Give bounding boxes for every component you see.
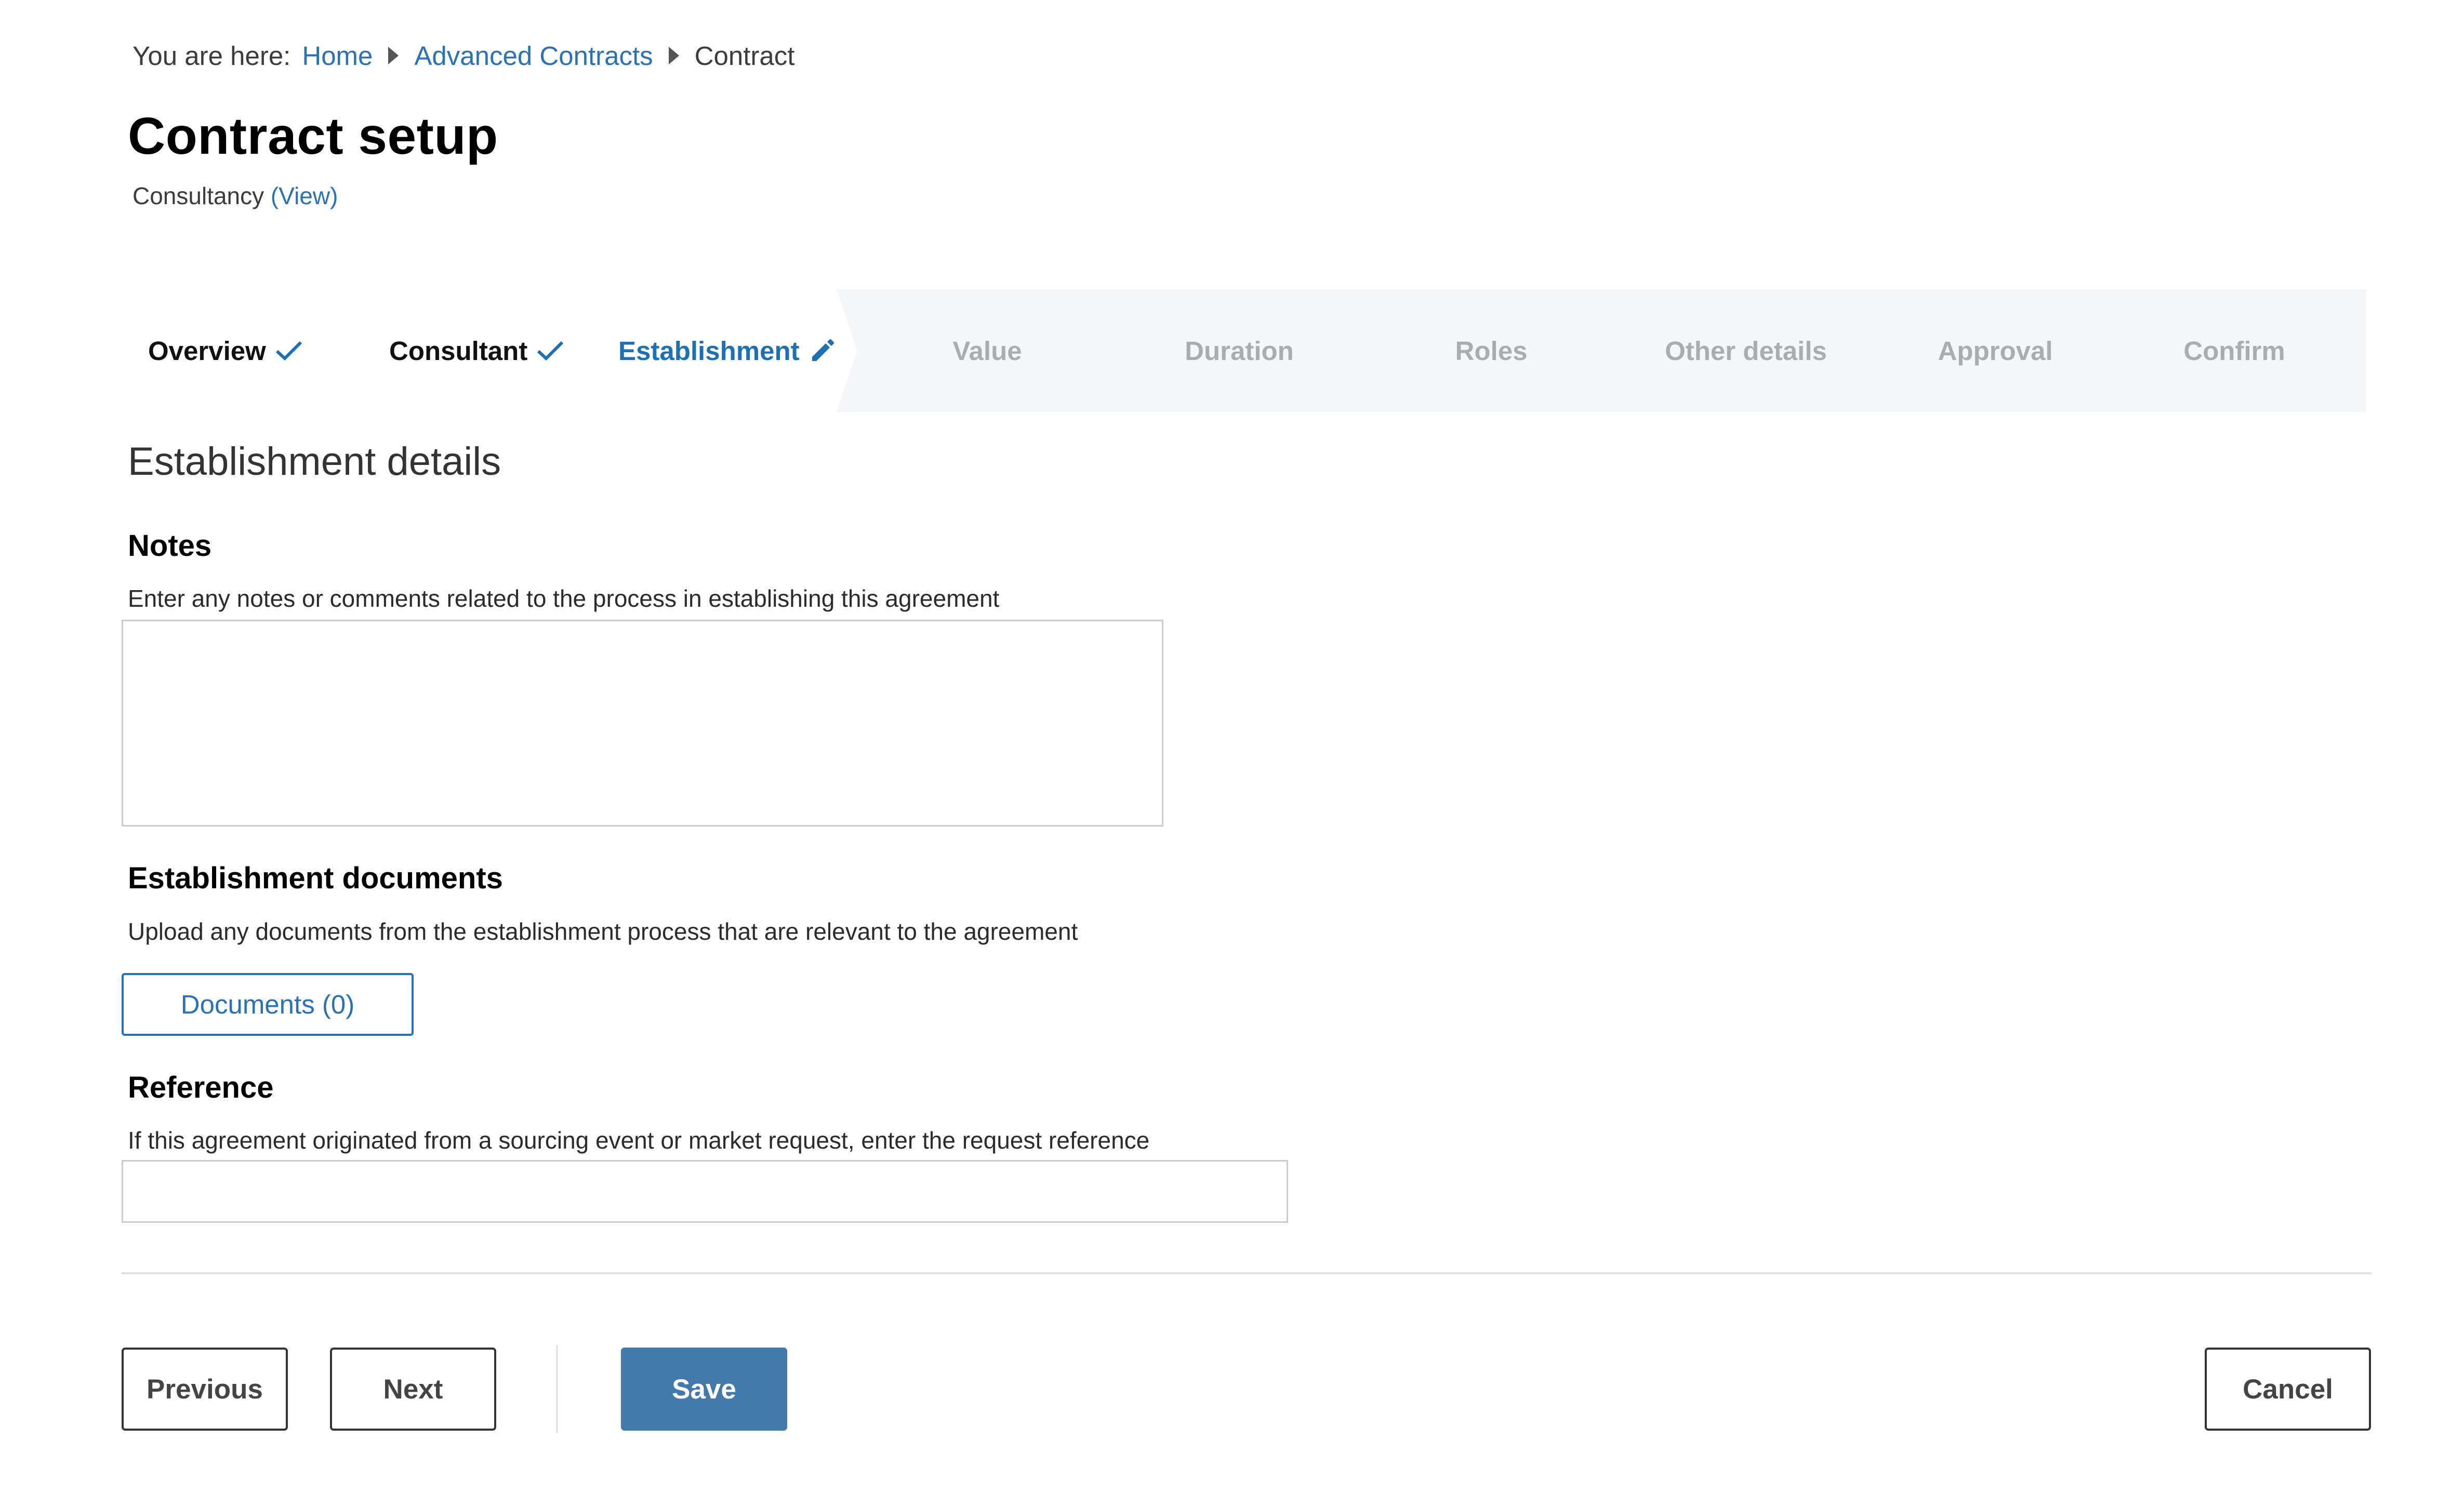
reference-hint: If this agreement originated from a sour… xyxy=(128,1127,1150,1154)
previous-button[interactable]: Previous xyxy=(122,1348,288,1431)
step-label: Value xyxy=(952,336,1022,366)
breadcrumb-advanced-contracts-link[interactable]: Advanced Contracts xyxy=(414,41,653,71)
button-group-divider xyxy=(556,1345,558,1433)
step-establishment[interactable]: Establishment xyxy=(618,289,836,412)
step-label: Other details xyxy=(1665,336,1827,366)
breadcrumb-prefix: You are here: xyxy=(133,41,291,71)
notes-hint: Enter any notes or comments related to t… xyxy=(128,585,1000,612)
step-confirm[interactable]: Confirm xyxy=(2130,289,2338,412)
contract-type-label: Consultancy xyxy=(133,182,264,209)
documents-button[interactable]: Documents (0) xyxy=(122,973,414,1036)
step-label: Approval xyxy=(1938,336,2053,366)
stepper-arrow-notch xyxy=(837,289,857,412)
form-divider xyxy=(122,1272,2372,1274)
contract-setup-page: You are here: Home Advanced Contracts Co… xyxy=(0,0,2464,1493)
step-roles[interactable]: Roles xyxy=(1387,289,1595,412)
notes-label: Notes xyxy=(128,529,212,563)
page-title: Contract setup xyxy=(128,107,498,165)
breadcrumb-separator-icon xyxy=(388,47,399,64)
view-contract-type-link[interactable]: (View) xyxy=(271,182,338,209)
notes-textarea[interactable] xyxy=(122,620,1163,827)
breadcrumb-current: Contract xyxy=(694,41,795,71)
step-label: Overview xyxy=(148,336,266,366)
establishment-documents-label: Establishment documents xyxy=(128,861,503,895)
next-button[interactable]: Next xyxy=(330,1348,496,1431)
step-consultant[interactable]: Consultant xyxy=(389,289,564,412)
step-other-details[interactable]: Other details xyxy=(1629,289,1863,412)
step-overview[interactable]: Overview xyxy=(148,289,302,412)
check-icon xyxy=(275,341,302,361)
breadcrumb-home-link[interactable]: Home xyxy=(302,41,373,71)
step-label: Duration xyxy=(1185,336,1294,366)
step-label: Establishment xyxy=(618,336,800,366)
check-icon xyxy=(537,341,564,361)
pencil-icon xyxy=(812,339,834,361)
step-duration[interactable]: Duration xyxy=(1135,289,1343,412)
contract-type: Consultancy (View) xyxy=(133,182,338,210)
save-button[interactable]: Save xyxy=(621,1348,787,1431)
establishment-documents-hint: Upload any documents from the establishm… xyxy=(128,918,1078,945)
section-title: Establishment details xyxy=(128,439,501,484)
breadcrumb-separator-icon xyxy=(668,47,679,64)
cancel-button[interactable]: Cancel xyxy=(2205,1348,2371,1431)
reference-label: Reference xyxy=(128,1071,274,1104)
step-approval[interactable]: Approval xyxy=(1891,289,2099,412)
step-value[interactable]: Value xyxy=(883,289,1091,412)
step-label: Consultant xyxy=(389,336,528,366)
step-label: Confirm xyxy=(2183,336,2285,366)
reference-input[interactable] xyxy=(122,1160,1288,1223)
breadcrumb: You are here: Home Advanced Contracts Co… xyxy=(133,37,794,74)
step-label: Roles xyxy=(1455,336,1528,366)
